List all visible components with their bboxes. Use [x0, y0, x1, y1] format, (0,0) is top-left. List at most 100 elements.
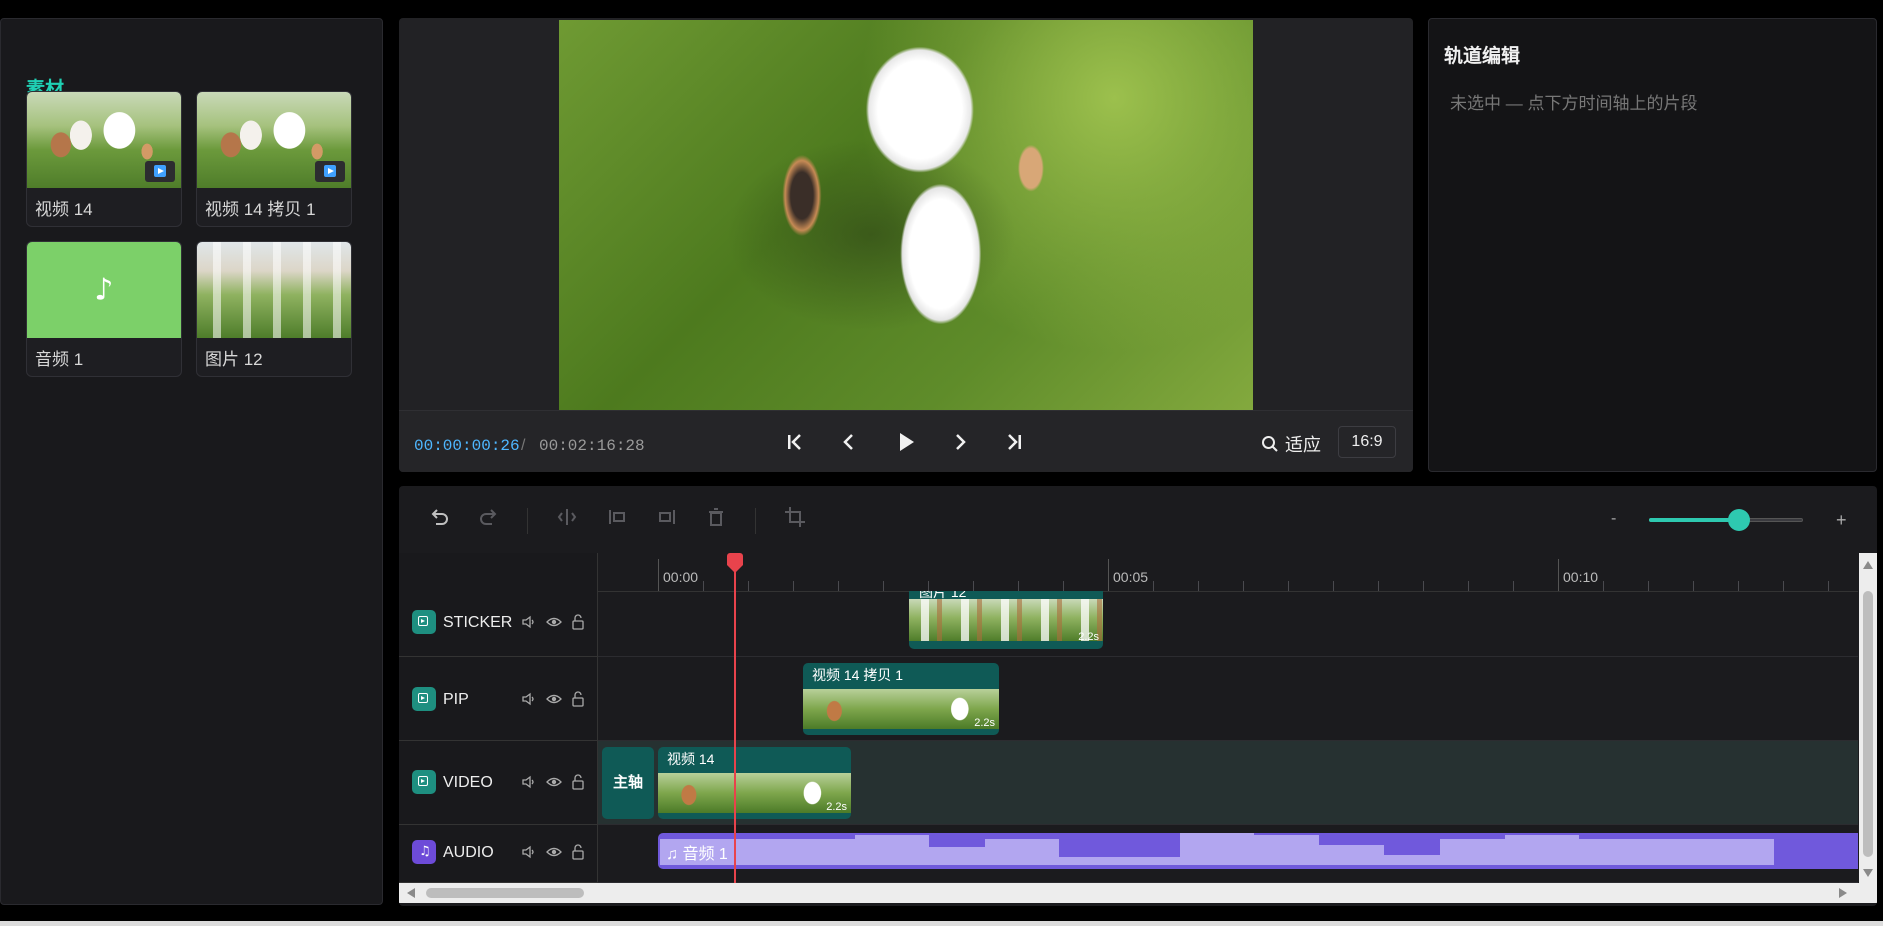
scrollbar-thumb[interactable]	[1863, 591, 1873, 857]
volume-icon[interactable]	[521, 774, 537, 790]
ruler-minor-tick	[1153, 581, 1154, 591]
delete-icon[interactable]	[703, 504, 729, 530]
video-main-lane[interactable]: 主轴 视频 14 2.2s	[598, 741, 1858, 825]
scroll-left-arrow-icon[interactable]	[407, 888, 415, 898]
audio-waveform-segment	[855, 835, 929, 865]
play-icon[interactable]	[891, 427, 921, 457]
ruler-minor-tick	[1603, 581, 1604, 591]
horizontal-scrollbar[interactable]	[399, 883, 1877, 903]
unlock-icon[interactable]	[570, 614, 586, 630]
zoom-out-button[interactable]: -	[1611, 510, 1616, 528]
next-frame-icon[interactable]	[945, 427, 975, 457]
media-card-image-12[interactable]: 图片 12	[196, 241, 352, 377]
sticker-lane[interactable]: 图片 12 2.2s	[598, 591, 1858, 657]
ruler-minor-tick	[1378, 581, 1379, 591]
visibility-eye-icon[interactable]	[546, 691, 562, 707]
sticker-clip[interactable]: 图片 12 2.2s	[909, 591, 1103, 649]
vertical-scrollbar[interactable]	[1859, 553, 1877, 883]
media-card-label: 音频 1	[35, 350, 84, 369]
ruler-minor-tick	[973, 581, 974, 591]
audio-waveform-segment	[1180, 833, 1254, 865]
crop-icon[interactable]	[782, 504, 808, 530]
volume-icon[interactable]	[521, 691, 537, 707]
total-timecode: 00:02:16:28	[539, 437, 645, 455]
volume-icon[interactable]	[521, 614, 537, 630]
video-clip[interactable]: 视频 14 2.2s	[658, 747, 851, 819]
video-preview-frame[interactable]	[559, 20, 1253, 410]
playback-controls-bar: 00:00:00:26 / 00:02:16:28 适应 16:9	[399, 410, 1413, 472]
zoom-slider-handle[interactable]	[1728, 509, 1750, 531]
media-card-audio-1[interactable]: ♪ 音频 1	[26, 241, 182, 377]
audio-waveform-segment	[1310, 845, 1384, 865]
skip-to-end-icon[interactable]	[999, 427, 1029, 457]
audio-waveform-segment	[790, 839, 864, 865]
clip-name: 视频 14	[667, 751, 715, 767]
audio-track-icon: ♫	[412, 840, 436, 864]
zoom-in-button[interactable]: +	[1836, 510, 1847, 531]
track-edit-title: 轨道编辑	[1444, 46, 1521, 67]
undo-icon[interactable]	[426, 504, 452, 530]
visibility-eye-icon[interactable]	[546, 614, 562, 630]
ruler-minor-tick	[1288, 581, 1289, 591]
pip-lane[interactable]: 视频 14 拷贝 1 2.2s	[598, 657, 1858, 741]
ruler-minor-tick	[883, 581, 884, 591]
track-header-audio: ♫ AUDIO	[399, 825, 597, 883]
skip-to-start-icon[interactable]	[780, 427, 810, 457]
trim-left-icon[interactable]	[604, 504, 630, 530]
ruler-minor-tick	[1063, 581, 1064, 591]
search-icon	[1262, 436, 1278, 452]
scrollbar-thumb[interactable]	[426, 888, 584, 898]
trim-right-icon[interactable]	[654, 504, 680, 530]
visibility-eye-icon[interactable]	[546, 844, 562, 860]
preview-panel: 00:00:00:26 / 00:02:16:28 适应 16:9	[399, 18, 1413, 472]
ruler-minor-tick	[1738, 581, 1739, 591]
audio-clip[interactable]: ♫ 音频 1	[658, 833, 1858, 869]
aspect-ratio-button[interactable]: 16:9	[1338, 426, 1396, 458]
clip-name: ♫ 音频 1	[666, 846, 728, 863]
window-bottom-edge	[0, 921, 1883, 926]
previous-frame-icon[interactable]	[834, 427, 864, 457]
media-card-video-14-copy-1[interactable]: 视频 14 拷贝 1	[196, 91, 352, 227]
video-track-icon	[412, 770, 436, 794]
unlock-icon[interactable]	[570, 774, 586, 790]
audio-waveform-segment	[1050, 857, 1124, 865]
unlock-icon[interactable]	[570, 691, 586, 707]
scroll-down-arrow-icon[interactable]	[1863, 869, 1873, 877]
clip-duration: 2.2s	[826, 801, 847, 813]
pip-track-icon	[412, 687, 436, 711]
audio-lane[interactable]: ♫ 音频 1	[598, 825, 1858, 883]
split-icon[interactable]	[554, 504, 580, 530]
scroll-up-arrow-icon[interactable]	[1863, 561, 1873, 569]
time-ruler[interactable]: 00:00 00:05 00:10	[598, 553, 1874, 592]
audio-waveform-segment	[1700, 839, 1774, 865]
clip-name: 视频 14 拷贝 1	[812, 667, 904, 683]
media-card-label: 视频 14	[35, 200, 93, 219]
media-card-video-14[interactable]: 视频 14	[26, 91, 182, 227]
volume-icon[interactable]	[521, 844, 537, 860]
fit-zoom-button[interactable]: 适应	[1261, 431, 1321, 457]
track-edit-hint: 未选中 — 点下方时间轴上的片段	[1450, 94, 1698, 113]
track-name: AUDIO	[443, 844, 494, 861]
ruler-label: 00:00	[663, 569, 699, 585]
main-track-badge: 主轴	[602, 747, 654, 819]
pip-clip[interactable]: 视频 14 拷贝 1 2.2s	[803, 663, 999, 735]
visibility-eye-icon[interactable]	[546, 774, 562, 790]
track-edit-panel: 轨道编辑 未选中 — 点下方时间轴上的片段	[1428, 18, 1877, 472]
sticker-track-icon	[412, 610, 436, 634]
track-name: STICKER	[443, 614, 513, 631]
scroll-right-arrow-icon[interactable]	[1839, 888, 1847, 898]
audio-waveform-segment	[985, 839, 1059, 865]
clip-duration: 2.2s	[974, 717, 995, 729]
ruler-minor-tick	[838, 581, 839, 591]
redo-icon[interactable]	[476, 504, 502, 530]
track-header-pip: PIP	[399, 657, 597, 741]
audio-waveform-segment	[1375, 855, 1449, 865]
audio-waveform-segment	[1570, 839, 1644, 865]
playhead-line[interactable]	[734, 553, 736, 883]
media-library-panel: 素材 视频 14 视频 14 拷贝 1 ♪ 音频 1 图片 12	[0, 18, 383, 905]
fit-label: 适应	[1285, 435, 1321, 455]
unlock-icon[interactable]	[570, 844, 586, 860]
clip-thumbnails	[658, 773, 851, 813]
playhead-handle[interactable]	[727, 553, 743, 573]
ruler-minor-tick	[1648, 581, 1649, 591]
